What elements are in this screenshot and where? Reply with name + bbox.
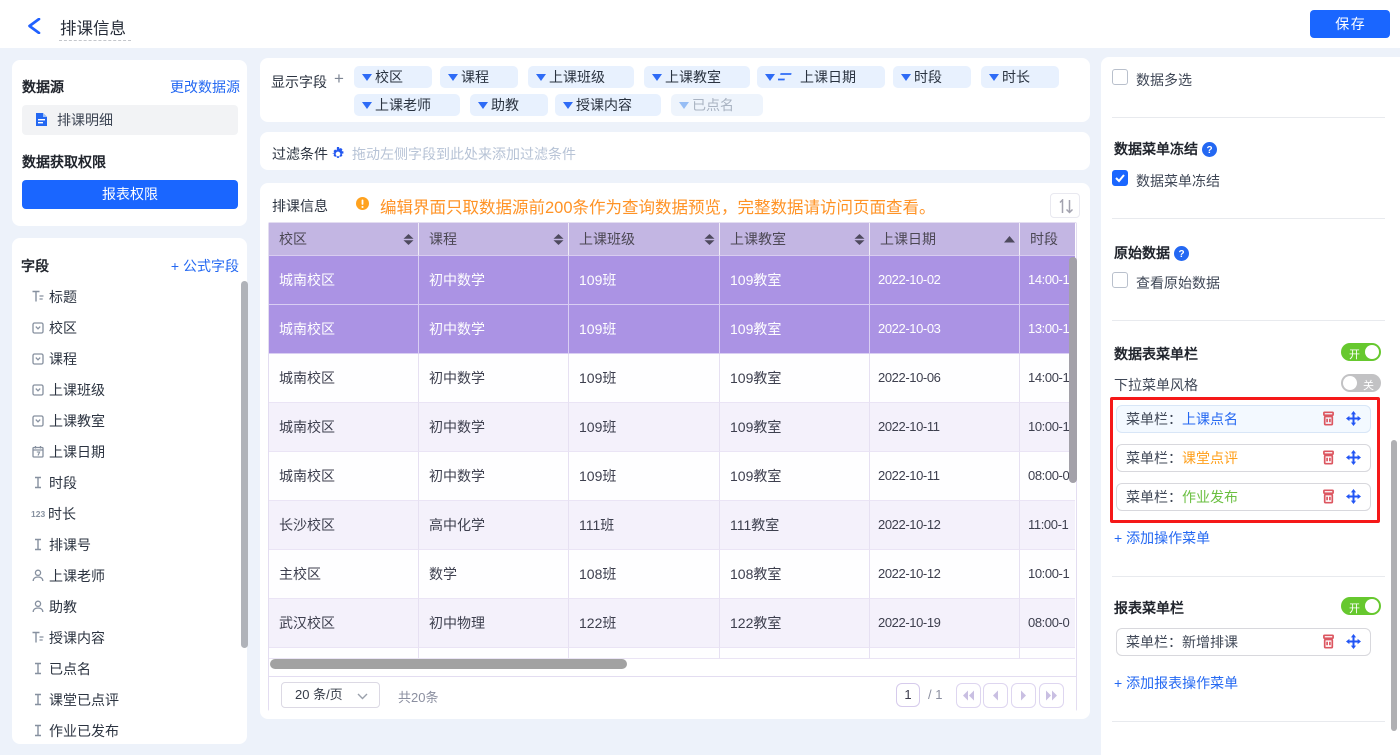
svg-text:?: ?	[1178, 249, 1184, 260]
svg-text:123: 123	[31, 509, 45, 519]
svg-text:?: ?	[1206, 145, 1212, 156]
